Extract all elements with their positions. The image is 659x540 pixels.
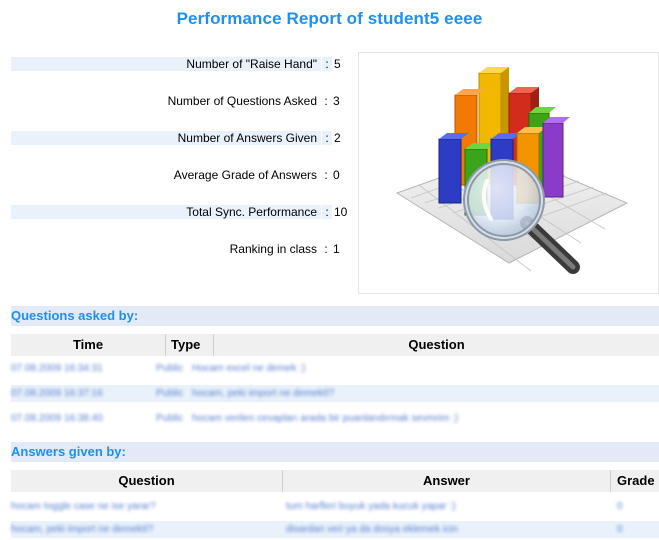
answer-text: disardan veri ya da dosya eklemek icin [286,524,458,535]
column-header-type[interactable]: Type [166,334,214,356]
answers-table-header: Question Answer Grade [11,470,659,492]
column-header-time[interactable]: Time [11,334,166,356]
answer-question: hocam toggle case ne ise yarar? [11,501,156,512]
stat-questions-asked: Number of Questions Asked : 3 [11,89,354,113]
stat-label: Number of Questions Asked [167,94,317,108]
stat-label: Ranking in class [229,242,317,256]
question-type: Public [156,413,184,424]
table-row: hocam toggle case ne ise yarar? tum harf… [11,498,659,515]
stat-answers-given: Number of Answers Given : 2 [11,126,354,150]
table-row: 07.08.2009 16:34:31 Public Hocam excel n… [11,360,659,377]
stat-separator: : [324,168,328,182]
stat-total-sync-performance: Total Sync. Performance : 10 [11,200,354,224]
question-time: 07.08.2009 16:34:31 [11,363,103,374]
stat-value: 10 [334,205,348,219]
column-header-grade[interactable]: Grade [611,470,659,492]
chart-magnifier-icon [358,52,659,294]
question-time: 07.08.2009 16:37:16 [11,388,103,399]
answers-section-header: Answers given by: [11,442,659,462]
stat-label: Number of "Raise Hand" [11,57,321,71]
question-type: Public [156,388,184,399]
answer-question: hocam, peki import ne demektİ? [11,524,154,535]
stat-raise-hand: Number of "Raise Hand" : 5 [11,52,354,76]
stat-ranking: Ranking in class : 1 [11,237,354,261]
answer-grade: 0 [617,524,623,535]
question-text: hocam verilen cevapları arada bir puanla… [192,413,459,424]
stat-label: Total Sync. Performance [11,205,321,219]
stat-separator: : [324,242,328,256]
stat-separator: : [321,131,332,145]
stat-separator: : [321,205,332,219]
questions-table-header: Time Type Question [11,334,659,356]
answer-grade: 0 [617,501,623,512]
stat-value: 3 [333,94,340,108]
column-header-answer[interactable]: Answer [283,470,611,492]
question-type: Public [156,363,184,374]
stat-separator: : [324,94,328,108]
page-title: Performance Report of student5 eeee [176,9,483,28]
stat-label: Average Grade of Answers [173,168,317,182]
table-row: hocam, peki import ne demektİ? disardan … [11,521,659,538]
question-text: hocam, peki import ne demektİ? [192,388,335,399]
answer-text: tum harfleri buyuk yada kucuk yapar :) [286,501,456,512]
stats-table: Number of "Raise Hand" : 5 Number of Que… [11,52,354,274]
table-row: 07.08.2009 16:37:16 Public hocam, peki i… [11,385,659,402]
table-row: 07.08.2009 16:38:40 Public hocam verilen… [11,410,659,427]
stat-value: 2 [334,131,341,145]
column-header-question[interactable]: Question [214,334,659,356]
stat-separator: : [321,57,332,71]
question-text: Hocam excel ne demek :) [192,363,306,374]
questions-section-header: Questions asked by: [11,306,659,326]
question-time: 07.08.2009 16:38:40 [11,413,103,424]
stat-value: 1 [333,242,340,256]
stat-value: 5 [334,57,341,71]
stat-value: 0 [333,168,340,182]
stat-label: Number of Answers Given [11,131,321,145]
column-header-question[interactable]: Question [11,470,283,492]
stat-average-grade: Average Grade of Answers : 0 [11,163,354,187]
